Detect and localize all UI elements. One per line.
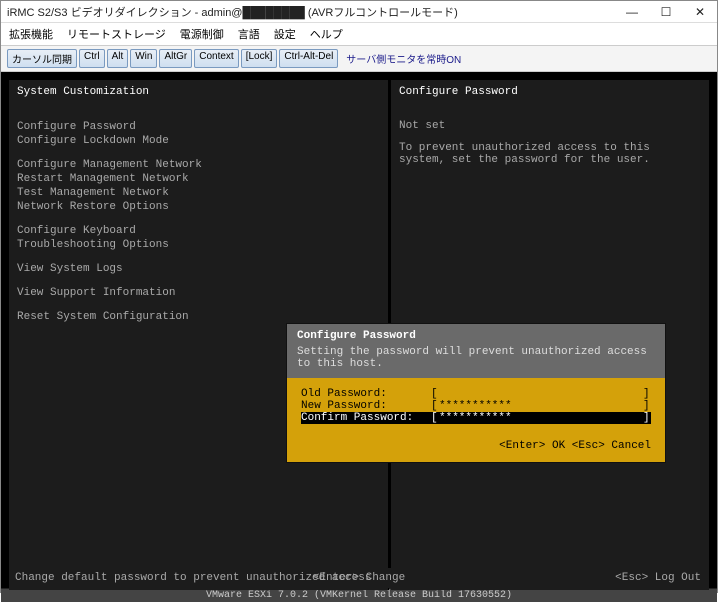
menu-extensions[interactable]: 拡張機能: [7, 25, 55, 43]
confirm-password-label: Confirm Password:: [301, 412, 431, 424]
menu-language[interactable]: 言語: [236, 25, 262, 43]
dialog-header: Configure Password Setting the password …: [287, 324, 665, 378]
menu-test-mgmt-network[interactable]: Test Management Network: [17, 186, 380, 200]
old-password-row: Old Password: [ ]: [301, 388, 651, 400]
old-password-label: Old Password:: [301, 388, 431, 400]
confirm-password-input[interactable]: ***********: [439, 412, 643, 424]
footer-change-hint: <Enter> Change: [313, 572, 405, 584]
confirm-password-row: Confirm Password: [ *********** ]: [301, 412, 651, 424]
menu-reset-system-config[interactable]: Reset System Configuration: [17, 310, 380, 324]
close-button[interactable]: ✕: [683, 1, 717, 23]
footer-logout-hint: <Esc> Log Out: [615, 572, 709, 584]
new-password-row: New Password: [ *********** ]: [301, 400, 651, 412]
configure-password-dialog: Configure Password Setting the password …: [287, 324, 665, 462]
menu-view-system-logs[interactable]: View System Logs: [17, 262, 380, 276]
menu-restart-mgmt-network[interactable]: Restart Management Network: [17, 172, 380, 186]
menu-network-restore[interactable]: Network Restore Options: [17, 200, 380, 214]
cursor-sync-button[interactable]: カーソル同期: [7, 49, 77, 68]
altgr-button[interactable]: AltGr: [159, 49, 192, 68]
menubar: 拡張機能 リモートストレージ 電源制御 言語 設定 ヘルプ: [1, 23, 717, 45]
dialog-actions: <Enter> OK <Esc> Cancel: [287, 432, 665, 462]
context-button[interactable]: Context: [194, 49, 238, 68]
menu-configure-keyboard[interactable]: Configure Keyboard: [17, 224, 380, 238]
alt-button[interactable]: Alt: [107, 49, 129, 68]
right-panel-status: Not set: [399, 120, 701, 132]
menu-view-support-info[interactable]: View Support Information: [17, 286, 380, 300]
left-panel-body: Configure Password Configure Lockdown Mo…: [9, 104, 388, 330]
window-titlebar: iRMC S2/S3 ビデオリダイレクション - admin@████████ …: [1, 1, 717, 23]
menu-configure-mgmt-network[interactable]: Configure Management Network: [17, 158, 380, 172]
console-footer: Change default password to prevent unaut…: [9, 568, 709, 588]
window-buttons: — ☐ ✕: [615, 1, 717, 23]
dialog-desc: Setting the password will prevent unauth…: [297, 346, 655, 370]
right-panel-body: Not set To prevent unauthorized access t…: [391, 104, 709, 172]
right-panel-desc: To prevent unauthorized access to this s…: [399, 142, 701, 166]
menu-configure-password[interactable]: Configure Password: [17, 120, 380, 134]
minimize-button[interactable]: —: [615, 1, 649, 23]
maximize-button[interactable]: ☐: [649, 1, 683, 23]
win-button[interactable]: Win: [130, 49, 157, 68]
menu-power[interactable]: 電源制御: [178, 25, 226, 43]
dialog-title: Configure Password: [297, 330, 655, 342]
right-panel-title: Configure Password: [391, 80, 709, 104]
console-area: System Customization Configure Password …: [1, 72, 717, 588]
toolbar-note: サーバ側モニタを常時ON: [346, 49, 461, 68]
ctrl-alt-del-button[interactable]: Ctrl-Alt-Del: [279, 49, 338, 68]
new-password-label: New Password:: [301, 400, 431, 412]
dialog-body: Old Password: [ ] New Password: [ ******…: [287, 378, 665, 432]
version-bar: VMware ESXi 7.0.2 (VMKernel Release Buil…: [1, 588, 717, 602]
new-password-input[interactable]: ***********: [439, 400, 643, 412]
window-title: iRMC S2/S3 ビデオリダイレクション - admin@████████ …: [1, 4, 615, 20]
old-password-input[interactable]: [439, 388, 643, 400]
lock-button[interactable]: [Lock]: [241, 49, 278, 68]
menu-configure-lockdown[interactable]: Configure Lockdown Mode: [17, 134, 380, 148]
ctrl-button[interactable]: Ctrl: [79, 49, 105, 68]
menu-settings[interactable]: 設定: [272, 25, 298, 43]
menu-help[interactable]: ヘルプ: [308, 25, 345, 43]
toolbar: カーソル同期 Ctrl Alt Win AltGr Context [Lock]…: [1, 45, 717, 72]
menu-troubleshooting[interactable]: Troubleshooting Options: [17, 238, 380, 252]
left-panel-title: System Customization: [9, 80, 388, 104]
menu-remote-storage[interactable]: リモートストレージ: [65, 25, 168, 43]
